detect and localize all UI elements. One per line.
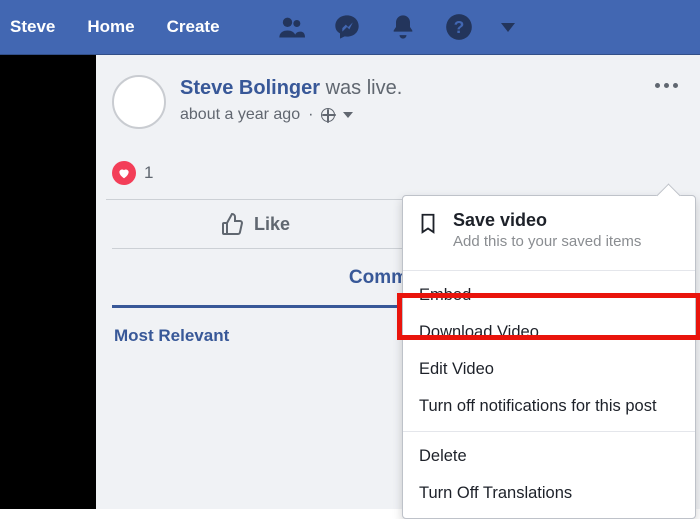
- globe-icon[interactable]: [321, 108, 335, 122]
- reactions-bar[interactable]: 1: [106, 141, 690, 200]
- menu-divider: [403, 431, 695, 432]
- create-link[interactable]: Create: [167, 17, 220, 37]
- post-header: Steve Bolinger was live. about a year ag…: [106, 75, 690, 141]
- avatar[interactable]: [112, 75, 166, 129]
- menu-download-video[interactable]: Download Video: [403, 314, 695, 351]
- author-link[interactable]: Steve Bolinger: [180, 77, 320, 99]
- like-label: Like: [254, 214, 290, 235]
- menu-divider: [403, 270, 695, 271]
- video-black-sidebar: [0, 55, 96, 509]
- bookmark-icon: [417, 210, 439, 236]
- post-header-text: Steve Bolinger was live. about a year ag…: [180, 75, 653, 124]
- post-options-menu: Save video Add this to your saved items …: [402, 195, 696, 519]
- account-menu-caret-icon[interactable]: [501, 23, 515, 32]
- audience-caret-icon[interactable]: [343, 112, 353, 118]
- stage: Steve Bolinger was live. about a year ag…: [0, 55, 700, 509]
- notifications-icon[interactable]: [389, 13, 417, 41]
- thumbs-up-icon: [220, 212, 244, 236]
- post-panel: Steve Bolinger was live. about a year ag…: [96, 55, 700, 509]
- post-options-button[interactable]: [653, 75, 680, 96]
- sort-label: Most Relevant: [114, 326, 229, 346]
- topbar-icons: ?: [277, 13, 515, 41]
- friends-icon[interactable]: [277, 13, 305, 41]
- menu-embed[interactable]: Embed: [403, 277, 695, 314]
- messenger-icon[interactable]: [333, 13, 361, 41]
- reactions-count: 1: [144, 163, 153, 183]
- menu-delete[interactable]: Delete: [403, 438, 695, 475]
- help-icon[interactable]: ?: [445, 13, 473, 41]
- save-title: Save video: [453, 210, 641, 231]
- post-meta: about a year ago ·: [180, 106, 653, 124]
- love-reaction-icon: [112, 161, 136, 185]
- like-button[interactable]: Like: [112, 200, 398, 248]
- menu-save-video[interactable]: Save video Add this to your saved items: [403, 196, 695, 264]
- save-subtitle: Add this to your saved items: [453, 233, 641, 250]
- svg-text:?: ?: [453, 17, 464, 37]
- live-status: was live.: [320, 77, 402, 99]
- topbar: Steve Home Create ?: [0, 0, 700, 55]
- profile-link[interactable]: Steve: [10, 17, 55, 37]
- menu-edit-video[interactable]: Edit Video: [403, 351, 695, 388]
- menu-turn-off-translations[interactable]: Turn Off Translations: [403, 475, 695, 512]
- home-link[interactable]: Home: [87, 17, 134, 37]
- timestamp[interactable]: about a year ago: [180, 106, 300, 124]
- menu-turn-off-notifications[interactable]: Turn off notifications for this post: [403, 388, 695, 425]
